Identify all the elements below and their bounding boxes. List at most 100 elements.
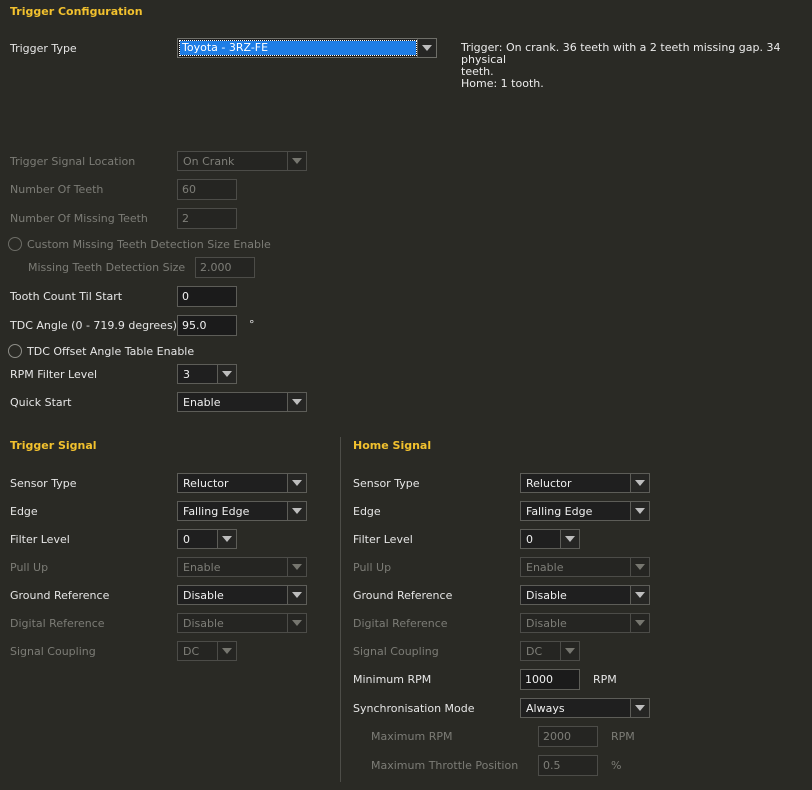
trigger-digital-ref-value: Disable [183, 617, 224, 630]
trigger-coupling-dropdown[interactable]: DC [177, 641, 237, 661]
chevron-down-icon [635, 705, 645, 711]
quick-start-label: Quick Start [10, 396, 72, 409]
trigger-digital-ref-dropdown[interactable]: Disable [177, 613, 307, 633]
chevron-down-icon [222, 536, 232, 542]
rpm-filter-label: RPM Filter Level [10, 368, 98, 381]
home-sensor-type-dropdown[interactable]: Reluctor [520, 473, 650, 493]
num-missing-teeth-label: Number Of Missing Teeth [10, 212, 148, 225]
home-ground-ref-value: Disable [526, 589, 567, 602]
min-rpm-unit: RPM [593, 673, 617, 686]
chevron-down-icon [292, 399, 302, 405]
custom-missing-enable-label: Custom Missing Teeth Detection Size Enab… [27, 238, 271, 251]
sync-mode-dropdown[interactable]: Always [520, 698, 650, 718]
trigger-edge-value: Falling Edge [183, 505, 250, 518]
dropdown-button[interactable] [630, 502, 649, 520]
dropdown-button[interactable] [287, 614, 306, 632]
home-filter-level-label: Filter Level [353, 533, 413, 546]
num-missing-teeth-field[interactable]: 2 [177, 208, 237, 229]
custom-missing-enable-checkbox[interactable] [8, 237, 22, 251]
home-ground-ref-dropdown[interactable]: Disable [520, 585, 650, 605]
dropdown-button[interactable] [287, 558, 306, 576]
chevron-down-icon [565, 648, 575, 654]
dropdown-button[interactable] [217, 642, 236, 660]
trigger-coupling-value: DC [183, 645, 200, 658]
home-coupling-label: Signal Coupling [353, 645, 439, 658]
signal-location-label: Trigger Signal Location [10, 155, 136, 168]
trigger-coupling-label: Signal Coupling [10, 645, 96, 658]
dropdown-button[interactable] [630, 586, 649, 604]
dropdown-button[interactable] [630, 614, 649, 632]
home-pull-up-label: Pull Up [353, 561, 392, 574]
dropdown-button[interactable] [287, 502, 306, 520]
dropdown-button[interactable] [630, 699, 649, 717]
rpm-filter-value: 3 [183, 368, 190, 381]
home-digital-ref-dropdown[interactable]: Disable [520, 613, 650, 633]
max-rpm-label: Maximum RPM [371, 730, 453, 743]
chevron-down-icon [292, 564, 302, 570]
home-filter-level-dropdown[interactable]: 0 [520, 529, 580, 549]
dropdown-button[interactable] [417, 39, 436, 57]
chevron-down-icon [222, 648, 232, 654]
signal-location-dropdown[interactable]: On Crank [177, 151, 307, 171]
missing-detection-size-field[interactable]: 2.000 [195, 257, 255, 278]
home-pull-up-value: Enable [526, 561, 564, 574]
trigger-pull-up-dropdown[interactable]: Enable [177, 557, 307, 577]
missing-detection-size-label: Missing Teeth Detection Size [28, 261, 186, 274]
trigger-filter-level-label: Filter Level [10, 533, 70, 546]
num-teeth-field[interactable]: 60 [177, 179, 237, 200]
dropdown-button[interactable] [287, 474, 306, 492]
dropdown-button[interactable] [560, 530, 579, 548]
dropdown-button[interactable] [560, 642, 579, 660]
trigger-edge-dropdown[interactable]: Falling Edge [177, 501, 307, 521]
quick-start-value: Enable [183, 396, 221, 409]
trigger-pull-up-label: Pull Up [10, 561, 49, 574]
trigger-sensor-type-value: Reluctor [183, 477, 229, 490]
trigger-type-dropdown[interactable]: Toyota - 3RZ-FE [177, 38, 437, 58]
home-ground-ref-label: Ground Reference [353, 589, 453, 602]
chevron-down-icon [292, 480, 302, 486]
trigger-ground-ref-dropdown[interactable]: Disable [177, 585, 307, 605]
quick-start-dropdown[interactable]: Enable [177, 392, 307, 412]
chevron-down-icon [635, 592, 645, 598]
tdc-offset-enable-checkbox[interactable] [8, 344, 22, 358]
chevron-down-icon [635, 564, 645, 570]
min-rpm-field[interactable]: 1000 [520, 669, 580, 690]
trigger-ground-ref-value: Disable [183, 589, 224, 602]
trigger-digital-ref-label: Digital Reference [10, 617, 105, 630]
chevron-down-icon [292, 592, 302, 598]
dropdown-button[interactable] [217, 365, 236, 383]
home-edge-dropdown[interactable]: Falling Edge [520, 501, 650, 521]
sync-mode-label: Synchronisation Mode [353, 702, 475, 715]
max-throttle-unit: % [611, 759, 622, 772]
dropdown-button[interactable] [630, 558, 649, 576]
tdc-angle-field[interactable]: 95.0 [177, 315, 237, 336]
home-coupling-dropdown[interactable]: DC [520, 641, 580, 661]
section-title-home-signal: Home Signal [353, 439, 432, 452]
dropdown-button[interactable] [630, 474, 649, 492]
trigger-ground-ref-label: Ground Reference [10, 589, 110, 602]
dropdown-button[interactable] [287, 586, 306, 604]
max-throttle-field[interactable]: 0.5 [538, 755, 598, 776]
description-line: Home: 1 tooth. [461, 77, 544, 90]
trigger-filter-level-dropdown[interactable]: 0 [177, 529, 237, 549]
home-sensor-type-value: Reluctor [526, 477, 572, 490]
home-coupling-value: DC [526, 645, 543, 658]
home-edge-value: Falling Edge [526, 505, 593, 518]
section-title-trigger-configuration: Trigger Configuration [10, 5, 143, 18]
max-throttle-label: Maximum Throttle Position [371, 759, 519, 772]
dropdown-button[interactable] [217, 530, 236, 548]
rpm-filter-dropdown[interactable]: 3 [177, 364, 237, 384]
tooth-count-field[interactable]: 0 [177, 286, 237, 307]
section-divider [340, 437, 341, 782]
max-rpm-field[interactable]: 2000 [538, 726, 598, 747]
home-digital-ref-value: Disable [526, 617, 567, 630]
trigger-sensor-type-dropdown[interactable]: Reluctor [177, 473, 307, 493]
trigger-sensor-type-label: Sensor Type [10, 477, 77, 490]
trigger-type-value: Toyota - 3RZ-FE [179, 40, 417, 56]
home-pull-up-dropdown[interactable]: Enable [520, 557, 650, 577]
chevron-down-icon [292, 508, 302, 514]
dropdown-button[interactable] [287, 152, 306, 170]
dropdown-button[interactable] [287, 393, 306, 411]
chevron-down-icon [565, 536, 575, 542]
home-digital-ref-label: Digital Reference [353, 617, 448, 630]
